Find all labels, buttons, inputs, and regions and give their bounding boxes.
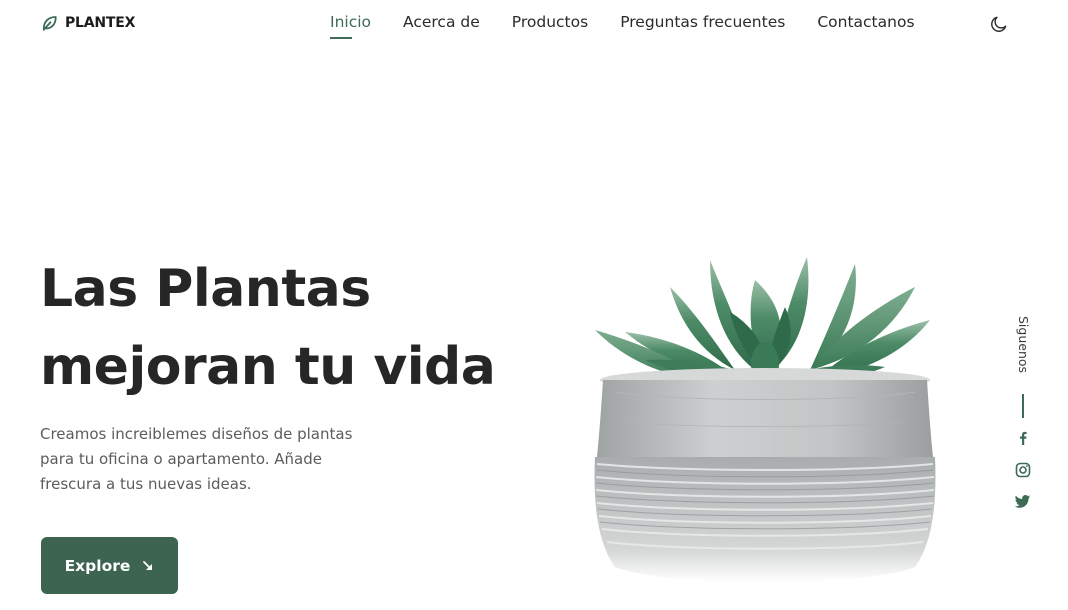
brand-logo[interactable]: PLANTEX xyxy=(40,14,135,32)
explore-button[interactable]: Explore xyxy=(41,537,178,594)
hero-description-line: frescura a tus nuevas ideas. xyxy=(40,475,252,493)
hero-description: Creamos increiblemes diseños de plantas … xyxy=(40,422,400,497)
hero-title: Las Plantas mejoran tu vida xyxy=(40,250,560,406)
nav-item-contactanos[interactable]: Contactanos xyxy=(817,13,914,39)
twitter-icon[interactable] xyxy=(1015,493,1031,509)
plant-image xyxy=(594,257,936,582)
explore-button-label: Explore xyxy=(64,556,131,575)
instagram-icon[interactable] xyxy=(1015,462,1031,478)
nav-item-productos[interactable]: Productos xyxy=(512,13,588,39)
hero-title-line: Las Plantas xyxy=(40,259,371,319)
site-header: PLANTEX Inicio Acerca de Productos Pregu… xyxy=(0,0,1068,48)
facebook-icon[interactable] xyxy=(1015,430,1031,446)
nav-item-acerca-de[interactable]: Acerca de xyxy=(403,13,480,39)
arrow-down-right-icon xyxy=(143,560,153,570)
leaf-icon xyxy=(42,16,57,31)
main-nav: Inicio Acerca de Productos Preguntas fre… xyxy=(330,13,947,39)
hero-title-line: mejoran tu vida xyxy=(40,337,496,397)
nav-item-inicio[interactable]: Inicio xyxy=(330,13,371,39)
social-label: Siguenos xyxy=(1016,316,1031,374)
moon-icon[interactable] xyxy=(989,14,1009,34)
hero-description-line: para tu oficina o apartamento. Añade xyxy=(40,450,322,468)
social-divider xyxy=(1022,394,1024,418)
nav-item-preguntas-frecuentes[interactable]: Preguntas frecuentes xyxy=(620,13,785,39)
hero-description-line: Creamos increiblemes diseños de plantas xyxy=(40,425,353,443)
brand-name: PLANTEX xyxy=(65,15,136,31)
